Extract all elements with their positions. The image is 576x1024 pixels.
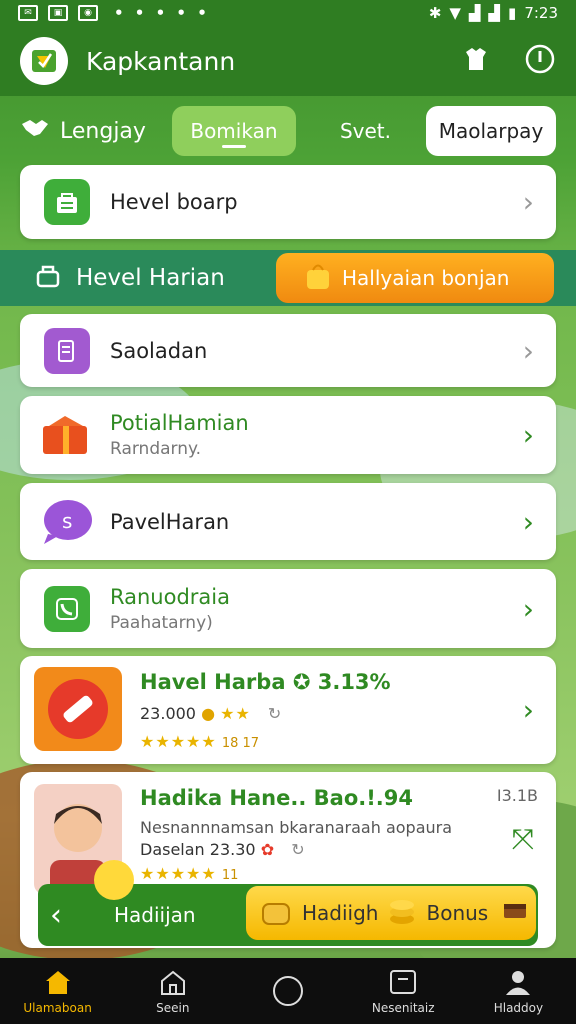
banner-button-label: Hallyaian bonjan [342,266,510,290]
app-logo-icon[interactable] [20,37,68,85]
chevron-right-icon: › [522,592,534,625]
list-item-subtitle: Paahatarny) [110,612,213,633]
nav-label: Ulamaboan [23,1000,92,1015]
house-outline-icon [160,970,185,995]
tab-maolarpay[interactable]: Maolarpay [426,106,556,156]
gift-bag-icon [304,261,332,296]
camera-icon: ◉ [78,5,98,21]
list-item[interactable]: s PavelHaran › [20,483,556,560]
promo-amount: 23.000 [140,704,196,723]
list-item-subtitle: Rarndarny. [110,439,202,459]
shirt-icon[interactable] [462,45,490,77]
list-item-title: PavelHaran [110,509,230,534]
list-item-title: Saoladan [110,338,208,363]
rating-stars: ★★ [220,704,251,723]
list-item[interactable]: Ranuodraia Paahatarny) › [20,569,556,648]
more-notifications-dots: • • • • • [114,4,210,22]
nav-notifications[interactable]: Nesenitaiz [346,958,461,1024]
coin-stack-icon [386,895,418,932]
rating-number: 11 [221,868,239,883]
status-bar: ✉ ▣ ◉ • • • • • ✱ ▼ ▟ ▟ ▮ 7:23 [0,0,576,26]
rating-stars: ★★★★★ [140,864,217,883]
top-card[interactable]: Hevel boarp › [20,165,556,239]
inbox-icon [390,969,417,994]
nav-label: Nesenitaiz [371,1000,435,1015]
nav-profile[interactable]: Hladdoy [461,958,576,1024]
button-label-hadiigh: Hadiigh [302,901,379,925]
button-label-bonus: Bonus [426,901,489,925]
tab-bar: Lengjay Bomikan Svet. Maolarpay [0,100,576,162]
promo-card[interactable]: Havel Harba ✪ 3.13% 23.000 ● ★★ ↻ ★★★★★ … [20,656,556,764]
gift-icon [260,895,294,932]
refresh-icon: ↻ [291,840,305,859]
app-title: Kapkantann [86,46,236,76]
rating-stars: ★★★★★ [140,732,217,751]
list-item-title: PotialHamian [110,411,249,435]
chat-yellow-icon [92,858,138,908]
promo-title: Havel Harba [140,670,286,694]
chest-icon [502,901,528,926]
promo-percent: 3.13% [317,670,391,694]
bag-icon [44,179,90,225]
list-item[interactable]: PotialHamian Rarndarny. › [20,396,556,474]
nav-home[interactable]: Ulamaboan [0,958,115,1024]
tab-bomikan[interactable]: Bomikan [171,106,296,156]
chevron-right-icon: › [522,693,534,727]
coin-icon: ● [201,704,216,723]
document-icon [44,327,90,374]
signal-icon-2: ▟ [488,4,501,22]
refresh-icon: ↻ [267,704,282,723]
promo-detail: Daselan 23.30 [140,840,256,859]
chevron-right-icon: › [522,334,534,367]
banner-title: Hevel Harian [76,265,225,291]
svg-text:s: s [62,509,72,533]
handshake-icon [20,116,50,146]
tab-svet[interactable]: Svet. [340,119,391,143]
promo-title: Hadika Hane.. [140,786,307,810]
top-card-title: Hevel boarp [110,190,238,214]
nav-search[interactable]: Seein [115,958,230,1024]
percent-icon: ✪ [292,670,311,694]
gift-box-icon [36,412,96,458]
nav-home-button[interactable] [230,958,345,1024]
tab-label: Lengjay [60,118,146,144]
nav-label: Seein [156,1000,190,1015]
daily-banner: Hevel Harian Hallyaian bonjan [0,250,576,306]
profile-icon [506,970,531,995]
bluetooth-icon: ✱ [428,4,442,22]
promo-corner-value: I3.1B [496,786,538,805]
medal-icon: ✿ [260,840,275,859]
basket-icon [34,262,62,294]
home-icon [45,970,70,994]
signal-icon: ▟ [468,4,481,22]
list-item-title: Ranuodraia [110,584,231,609]
battery-icon: ▮ [508,4,517,22]
promo-description: Nesnannnamsan bkaranaraah aopaura [140,818,453,837]
floating-action-bar: ‹ Hadiijan Hadiigh Bonus [38,860,538,946]
wifi-icon: ▼ [449,4,461,22]
chevron-left-icon[interactable]: ‹ [50,898,62,933]
chevron-right-icon: › [522,418,534,452]
app-bar: Kapkantann [0,26,576,96]
claim-bonus-button[interactable]: Hadiigh Bonus [246,886,536,940]
chevron-right-icon: › [522,185,534,219]
rocket-badge-icon [34,667,122,751]
status-time: 7:23 [524,4,558,22]
phone-icon [44,585,90,632]
chat-bubble-icon: s [40,499,94,545]
nav-label: Hladdoy [493,1000,544,1015]
tab-lengjay[interactable]: Lengjay [20,116,146,146]
share-icon[interactable]: ⤧ [512,822,534,856]
rating-text: 18 17 [221,736,260,751]
chevron-right-icon: › [522,505,534,538]
promo-badge: Bao.!.94 [313,786,414,810]
bottom-navigation: Ulamaboan Seein Nesenitaiz Hladdoy [0,958,576,1024]
list-item[interactable]: Saoladan › [20,314,556,387]
info-icon[interactable] [524,43,556,79]
daily-bonus-button[interactable]: Hallyaian bonjan [276,253,554,303]
image-icon: ▣ [48,5,68,21]
notification-icon: ✉ [18,5,38,21]
circle-home-icon [273,976,303,1006]
